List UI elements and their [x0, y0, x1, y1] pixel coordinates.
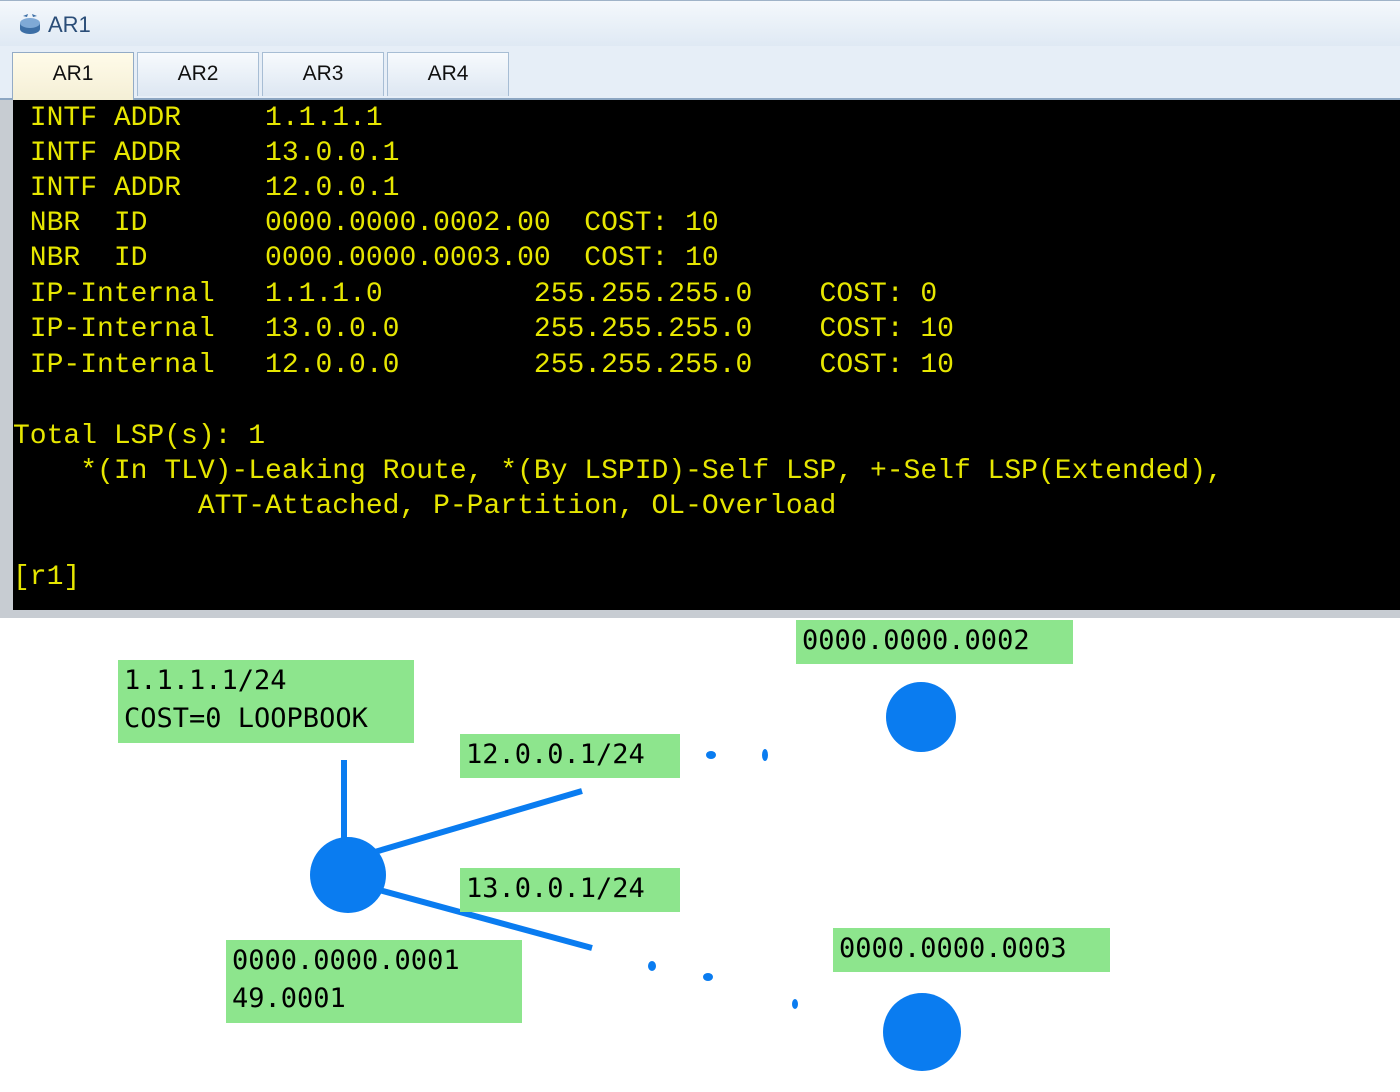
terminal-line: NBR ID 0000.0000.0003.00 COST: 10	[13, 243, 719, 274]
terminal-line: *(In TLV)-Leaking Route, *(By LSPID)-Sel…	[13, 456, 1223, 487]
terminal-line: IP-Internal 12.0.0.0 255.255.255.0 COST:…	[13, 350, 954, 381]
terminal-line: ATT-Attached, P-Partition, OL-Overload	[13, 491, 837, 522]
terminal-line: INTF ADDR 13.0.0.1	[13, 138, 400, 169]
node1-label: 0000.0000.0001 49.0001	[226, 940, 522, 1023]
terminal-line: IP-Internal 13.0.0.0 255.255.255.0 COST:…	[13, 314, 954, 345]
terminal-line: IP-Internal 1.1.1.0 255.255.255.0 COST: …	[13, 279, 938, 310]
node1-system-id: 0000.0000.0001	[232, 945, 460, 976]
link-13-label: 13.0.0.1/24	[460, 868, 680, 912]
node3-system-id: 0000.0000.0003	[833, 928, 1110, 972]
terminal-line: INTF ADDR 12.0.0.1	[13, 173, 400, 204]
node1-area-id: 49.0001	[232, 983, 346, 1014]
window-title: AR1	[48, 12, 91, 37]
tab-ar4[interactable]: AR4	[387, 52, 509, 96]
router-node-3	[883, 993, 961, 1071]
tab-ar1[interactable]: AR1	[12, 52, 134, 100]
dot-mark	[706, 751, 716, 759]
loopback-label: 1.1.1.1/24 COST=0 LOOPBOOK	[118, 660, 414, 743]
router-node-2	[886, 682, 956, 752]
router-node-1	[310, 837, 386, 913]
loopback-cost: COST=0 LOOPBOOK	[124, 703, 368, 734]
dot-mark	[703, 973, 713, 981]
device-tab-strip: AR1 AR2 AR3 AR4	[0, 46, 1400, 100]
terminal-line: NBR ID 0000.0000.0002.00 COST: 10	[13, 208, 719, 239]
dot-mark	[648, 961, 656, 971]
tab-ar2[interactable]: AR2	[137, 52, 259, 96]
link-12	[367, 788, 583, 857]
topology-diagram: 1.1.1.1/24 COST=0 LOOPBOOK 12.0.0.1/24 13…	[0, 618, 1400, 1092]
dot-mark	[792, 999, 798, 1009]
link-12-label: 12.0.0.1/24	[460, 734, 680, 778]
tab-ar3[interactable]: AR3	[262, 52, 384, 96]
terminal-line: Total LSP(s): 1	[13, 421, 266, 452]
terminal-line: INTF ADDR 1.1.1.1	[13, 103, 383, 134]
dot-mark	[762, 749, 768, 761]
terminal-prompt: [r1]	[13, 562, 81, 593]
terminal-console[interactable]: INTF ADDR 1.1.1.1 INTF ADDR 13.0.0.1 INT…	[13, 100, 1400, 610]
loopback-address: 1.1.1.1/24	[124, 665, 287, 696]
node2-system-id: 0000.0000.0002	[796, 620, 1073, 664]
router-icon	[18, 11, 42, 37]
terminal-frame: INTF ADDR 1.1.1.1 INTF ADDR 13.0.0.1 INT…	[0, 100, 1400, 618]
window-title-bar: AR1	[0, 0, 1400, 46]
